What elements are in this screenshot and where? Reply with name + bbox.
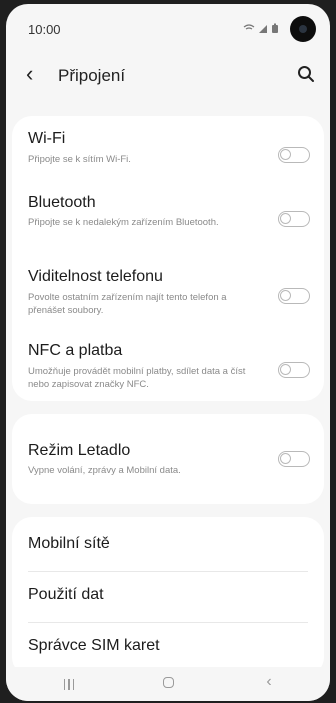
search-icon[interactable] [296, 64, 316, 84]
airplane-mode-desc: Vypne volání, zprávy a Mobilní data. [28, 465, 181, 476]
back-arrow-icon[interactable]: ‹ [26, 62, 33, 86]
app-header: ‹ Připojení [6, 56, 330, 96]
airplane-card: Režim Letadlo Vypne volání, zprávy a Mob… [12, 414, 324, 504]
home-icon[interactable] [153, 673, 183, 695]
wifi-toggle[interactable] [278, 147, 310, 163]
nfc-desc: Umožňuje provádět mobilní platby, sdílet… [28, 366, 246, 390]
sim-manager-item[interactable]: Správce SIM karet [12, 623, 324, 673]
data-usage-label: Použití dat [28, 586, 104, 603]
wifi-desc: Připojte se k sítím Wi-Fi. [28, 154, 131, 165]
wifi-label: Wi-Fi [28, 130, 66, 147]
data-usage-item[interactable]: Použití dat [12, 572, 324, 622]
bluetooth-desc: Připojte se k nedalekým zařízením Blueto… [28, 217, 219, 228]
recents-icon[interactable] [54, 673, 84, 695]
phone-visibility-row[interactable]: Viditelnost telefonu Povolte ostatním za… [12, 264, 324, 330]
mobile-networks-label: Mobilní sítě [28, 535, 110, 552]
airplane-mode-label: Režim Letadlo [28, 442, 131, 459]
sim-manager-label: Správce SIM karet [28, 637, 160, 654]
bluetooth-label: Bluetooth [28, 194, 96, 211]
status-icons [242, 22, 282, 37]
phone-screen: 10:00 ‹ Připojení Wi-Fi Připojte se k sí… [6, 4, 330, 701]
bluetooth-row[interactable]: Bluetooth Připojte se k nedalekým zaříze… [12, 192, 324, 258]
nfc-toggle[interactable] [278, 362, 310, 378]
nfc-label: NFC a platba [28, 342, 123, 359]
airplane-mode-toggle[interactable] [278, 451, 310, 467]
bluetooth-toggle[interactable] [278, 211, 310, 227]
phone-visibility-label: Viditelnost telefonu [28, 268, 163, 285]
page-title: Připojení [58, 66, 126, 85]
phone-visibility-toggle[interactable] [278, 288, 310, 304]
wifi-row[interactable]: Wi-Fi Připojte se k sítím Wi-Fi. [12, 124, 324, 184]
front-camera-icon [290, 16, 316, 42]
back-icon[interactable]: ‹ [254, 673, 284, 695]
phone-visibility-desc: Povolte ostatním zařízením najít tento t… [28, 292, 227, 316]
connections-card: Wi-Fi Připojte se k sítím Wi-Fi. Bluetoo… [12, 116, 324, 401]
wifi-signal-battery-icon [243, 23, 278, 33]
status-bar: 10:00 [6, 4, 330, 60]
status-time: 10:00 [28, 22, 61, 37]
navigation-bar: ‹ [6, 667, 330, 701]
airplane-mode-row[interactable]: Režim Letadlo Vypne volání, zprávy a Mob… [12, 414, 324, 504]
network-menu-card: Mobilní sítě Použití dat Správce SIM kar… [12, 517, 324, 677]
nfc-row[interactable]: NFC a platba Umožňuje provádět mobilní p… [12, 338, 324, 398]
mobile-networks-item[interactable]: Mobilní sítě [12, 521, 324, 571]
